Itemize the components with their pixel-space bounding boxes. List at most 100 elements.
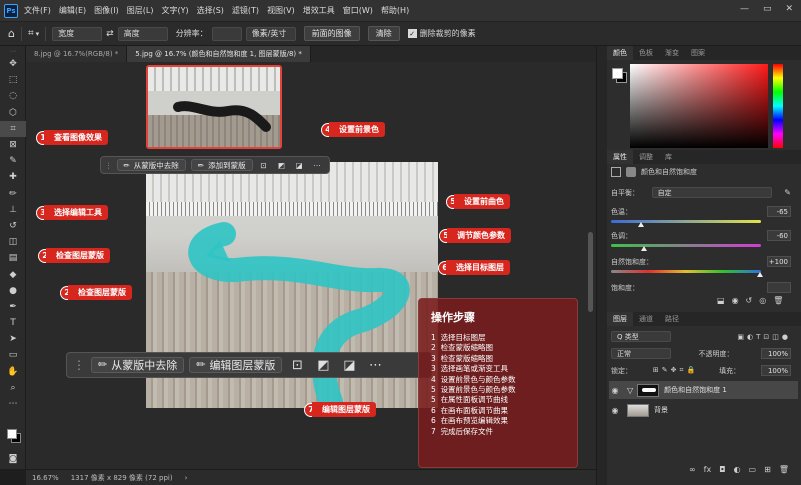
dodge-tool-icon[interactable]: ●: [0, 283, 26, 299]
lasso-tool-icon[interactable]: ◌: [0, 88, 26, 104]
tab-properties[interactable]: 属性: [607, 150, 633, 164]
layer-name[interactable]: 颜色和自然饱和度 1: [664, 385, 727, 395]
tab-adjustments[interactable]: 调整: [633, 150, 659, 164]
feather-mask-icon[interactable]: ◪: [293, 158, 305, 172]
layer-filter-icons[interactable]: ▣◐T⊡◫●: [737, 333, 791, 341]
preset-select[interactable]: 自定: [651, 187, 772, 198]
swap-icon[interactable]: ⇄: [106, 29, 114, 39]
fill-value[interactable]: 100%: [760, 365, 791, 376]
minimize-button[interactable]: —: [740, 4, 749, 14]
layer-thumbnail[interactable]: [627, 403, 649, 417]
invert-mask-icon[interactable]: ◩: [275, 158, 287, 172]
color-picker-field[interactable]: [630, 64, 768, 148]
object-select-tool-icon[interactable]: ⬡: [0, 105, 26, 121]
temperature-slider[interactable]: [611, 220, 761, 227]
tab-libraries[interactable]: 库: [659, 150, 678, 164]
vibrance-slider[interactable]: [611, 270, 763, 277]
lock-icons[interactable]: ⊞✎✥⌗🔒: [653, 366, 698, 375]
menu-plugins[interactable]: 增效工具: [303, 5, 335, 16]
healing-brush-tool-icon[interactable]: ✚: [0, 169, 26, 185]
visibility-icon[interactable]: ◎: [759, 296, 766, 305]
quick-mask-icon[interactable]: ◙: [0, 451, 26, 467]
reset-icon[interactable]: ↺: [746, 296, 753, 305]
fx-icon[interactable]: fx: [704, 465, 712, 474]
foreground-color-swatch[interactable]: [7, 429, 17, 439]
remove-from-mask-button-large[interactable]: ✏ 从蒙版中去除: [91, 356, 185, 374]
resolution-field[interactable]: [211, 26, 242, 41]
view-previous-icon[interactable]: ◉: [732, 296, 739, 305]
menu-window[interactable]: 窗口(W): [343, 5, 373, 16]
front-image-button[interactable]: 前面的图像: [303, 26, 360, 41]
type-tool-icon[interactable]: T: [0, 315, 26, 331]
tab-patterns[interactable]: 图案: [685, 46, 711, 60]
crop-tool-icon[interactable]: ⌗: [28, 28, 34, 39]
layer-name[interactable]: 背景: [654, 405, 668, 415]
link-icon[interactable]: ∞: [689, 465, 696, 474]
delete-icon[interactable]: 🗑: [773, 296, 783, 305]
clone-stamp-tool-icon[interactable]: ⊥: [0, 202, 26, 218]
tab-gradients[interactable]: 渐变: [659, 46, 685, 60]
blend-mode-select[interactable]: 正常: [611, 348, 671, 359]
menu-type[interactable]: 文字(Y): [161, 5, 188, 16]
delete-cropped-checkbox[interactable]: ✓: [407, 29, 417, 38]
tab-paths[interactable]: 路径: [659, 312, 685, 326]
remove-from-mask-button-small[interactable]: ✏ 从蒙版中去除: [116, 159, 186, 171]
edit-layer-mask-button[interactable]: ✏ 编辑图层蒙版: [189, 356, 283, 374]
menu-layer[interactable]: 图层(L): [127, 5, 154, 16]
width-field[interactable]: 宽度: [52, 26, 103, 41]
move-tool-icon[interactable]: ✥: [0, 56, 26, 72]
tint-slider-knob[interactable]: [641, 246, 647, 251]
vibrance-value[interactable]: +100: [767, 256, 791, 267]
tab-swatches[interactable]: 色板: [633, 46, 659, 60]
gradient-tool-icon[interactable]: ▤: [0, 250, 26, 266]
clip-to-layer-icon[interactable]: ⬓: [717, 296, 725, 305]
frame-tool-icon[interactable]: ⊠: [0, 137, 26, 153]
layer-background[interactable]: ◉ 背景: [609, 401, 798, 419]
doc-tab-5-jpg[interactable]: 5.jpg @ 16.7% (颜色和自然饱和度 1, 图层蒙版/8) *: [127, 46, 311, 62]
eraser-tool-icon[interactable]: ◫: [0, 234, 26, 250]
toolbar-grip-icon[interactable]: ⋯: [0, 46, 26, 56]
close-button[interactable]: ✕: [785, 4, 793, 14]
eyedropper-icon[interactable]: ✎: [784, 188, 791, 197]
temperature-value[interactable]: -65: [767, 206, 791, 217]
tab-channels[interactable]: 通道: [633, 312, 659, 326]
canvas-vertical-scrollbar[interactable]: [588, 232, 593, 312]
home-icon[interactable]: ⌂: [8, 27, 15, 40]
saturation-value[interactable]: [767, 282, 791, 293]
marquee-tool-icon[interactable]: ⬚: [0, 72, 26, 88]
more-options-icon[interactable]: ⋯: [311, 158, 323, 172]
new-adjustment-icon[interactable]: ◐: [734, 465, 741, 474]
blur-tool-icon[interactable]: ◆: [0, 266, 26, 282]
vibrance-slider-knob[interactable]: [757, 272, 763, 277]
new-group-icon[interactable]: ▭: [749, 465, 757, 474]
tint-slider[interactable]: [611, 244, 761, 251]
layer-adjustment[interactable]: ◉ ▽ 颜色和自然饱和度 1: [609, 381, 798, 399]
grip-icon[interactable]: ⋮: [105, 161, 113, 170]
height-field[interactable]: 高度: [117, 26, 168, 41]
resolution-unit-select[interactable]: 像素/英寸: [245, 26, 296, 41]
layer-filter-select[interactable]: Q 类型: [611, 331, 671, 342]
chevron-down-icon[interactable]: ▾: [36, 30, 40, 38]
pen-tool-icon[interactable]: ✒: [0, 299, 26, 315]
mask-icon[interactable]: [626, 167, 636, 177]
hue-slider[interactable]: [773, 64, 783, 148]
menu-help[interactable]: 帮助(H): [381, 5, 409, 16]
tab-layers[interactable]: 图层: [607, 312, 633, 326]
delete-icon[interactable]: 🗑: [779, 465, 789, 474]
mask-options-icon[interactable]: ⊡: [287, 355, 307, 375]
brush-tool-icon[interactable]: ✏: [0, 186, 26, 202]
invert-mask-icon[interactable]: ◩: [313, 355, 333, 375]
panel-collapse-strip[interactable]: [597, 46, 607, 485]
path-select-tool-icon[interactable]: ➤: [0, 331, 26, 347]
more-options-icon[interactable]: ⋯: [365, 355, 385, 375]
eye-icon[interactable]: ◉: [609, 386, 621, 395]
mask-options-icon[interactable]: ⊡: [258, 158, 270, 172]
zoom-tool-icon[interactable]: ⌕: [0, 380, 26, 396]
add-mask-icon[interactable]: ◘: [719, 465, 725, 474]
rectangle-tool-icon[interactable]: ▭: [0, 347, 26, 363]
history-brush-tool-icon[interactable]: ↺: [0, 218, 26, 234]
tint-value[interactable]: -60: [767, 230, 791, 241]
layer-mask-thumbnail[interactable]: [637, 383, 660, 397]
doc-tab-8-jpg[interactable]: 8.jpg @ 16.7%(RGB/8) *: [26, 46, 128, 62]
crop-tool-icon[interactable]: ⌗: [0, 120, 26, 137]
